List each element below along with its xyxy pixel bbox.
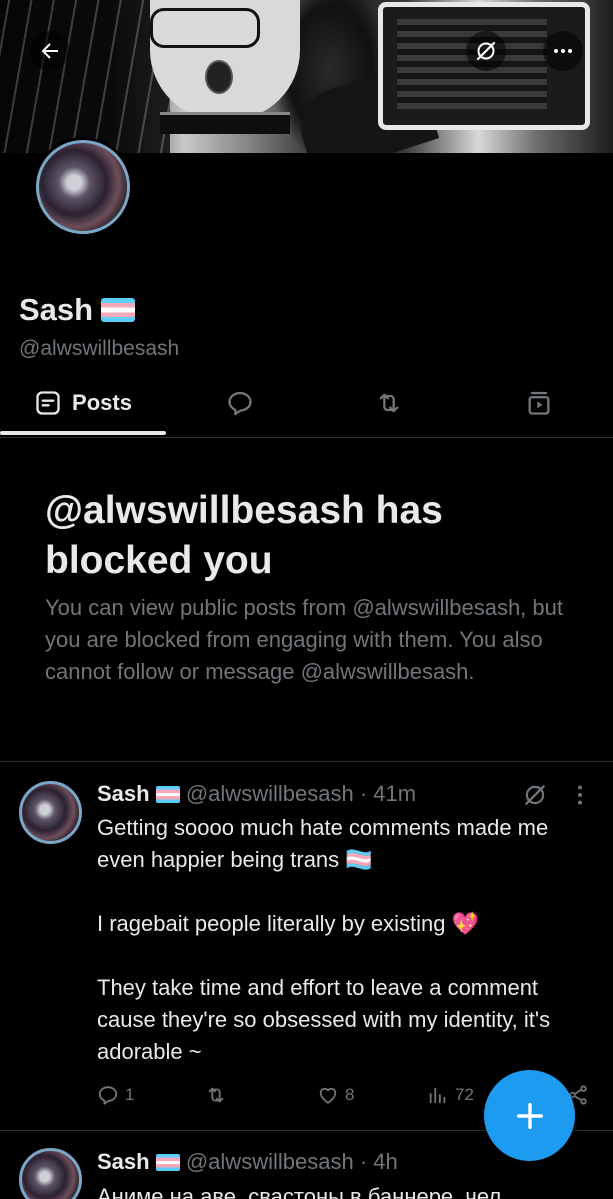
post-paragraph: Getting soooo much hate comments made me… — [97, 815, 549, 872]
post-time: · 4h — [359, 1149, 398, 1174]
reply-count: 1 — [125, 1085, 135, 1104]
tab-media[interactable] — [464, 372, 613, 434]
arrow-left-icon — [41, 43, 58, 59]
post-more-button[interactable] — [567, 782, 593, 808]
more-button[interactable] — [543, 31, 583, 71]
post-author-avatar[interactable] — [19, 781, 82, 844]
repost-icon — [379, 393, 399, 413]
media-play-icon — [528, 391, 549, 415]
compose-button[interactable] — [484, 1070, 575, 1161]
post-paragraph: They take time and effort to leave a com… — [97, 975, 551, 1064]
banner-art-collar — [160, 112, 290, 134]
view-count: 72 — [455, 1085, 474, 1104]
profile-tabs: Posts — [0, 372, 613, 438]
post-header: Sash @alwswillbesash · 41m — [97, 781, 416, 807]
banner-art-glasses — [150, 8, 260, 48]
posts-icon — [36, 391, 60, 415]
display-name-text: Sash — [19, 292, 94, 327]
profile-handle: @alwswillbesash — [19, 337, 180, 360]
post-author-name[interactable]: Sash — [97, 781, 150, 806]
post-author-handle[interactable]: @alwswillbesash — [186, 781, 354, 806]
post-author-avatar[interactable] — [19, 1148, 82, 1199]
reply-button[interactable]: 1 — [97, 1084, 134, 1106]
tab-posts[interactable]: Posts — [0, 372, 166, 435]
grok-button[interactable] — [466, 31, 506, 71]
grok-explain-button[interactable] — [522, 782, 548, 808]
profile-avatar[interactable] — [33, 137, 133, 237]
views-chart-icon — [429, 1087, 446, 1104]
banner-art-hair — [0, 0, 170, 153]
post-paragraph: Аниме на аве, свастоны в баннере, чел — [97, 1184, 502, 1199]
views-button[interactable]: 72 — [427, 1084, 474, 1106]
post-paragraph: I ragebait people literally by existing … — [97, 911, 480, 936]
tab-reposts[interactable] — [314, 372, 464, 434]
profile-banner[interactable] — [0, 0, 613, 153]
plus-icon — [516, 1102, 543, 1129]
blocked-title: @alwswillbesash has blocked you — [45, 489, 443, 582]
trans-flag-icon — [101, 298, 136, 322]
repost-icon — [208, 1087, 224, 1103]
post-text: Getting soooo much hate comments made me… — [97, 812, 577, 1068]
grok-icon — [476, 41, 496, 61]
avatar-image — [36, 140, 130, 234]
tab-replies[interactable] — [166, 372, 314, 434]
like-button[interactable]: 8 — [317, 1084, 354, 1106]
post-text: Аниме на аве, свастоны в баннере, чел — [97, 1181, 577, 1199]
reply-bubble-icon — [228, 391, 252, 416]
repost-button[interactable] — [205, 1084, 233, 1106]
trans-flag-icon — [155, 1154, 180, 1171]
post-author-name[interactable]: Sash — [97, 1149, 150, 1174]
post-header: Sash @alwswillbesash · 4h — [97, 1149, 398, 1175]
trans-flag-icon — [155, 786, 180, 803]
like-count: 8 — [345, 1085, 355, 1104]
back-button[interactable] — [30, 31, 70, 71]
blocked-description: You can view public posts from @alwswill… — [45, 595, 563, 684]
more-vertical-icon — [578, 785, 582, 805]
profile-display-name: Sash — [19, 292, 136, 328]
banner-art-mouth — [205, 60, 233, 94]
post-author-handle[interactable]: @alwswillbesash — [186, 1149, 354, 1174]
tab-selected-indicator — [0, 431, 166, 435]
post-time: · 41m — [359, 781, 417, 806]
heart-icon — [319, 1087, 337, 1104]
reply-icon — [98, 1086, 118, 1105]
more-horizontal-icon — [554, 49, 572, 53]
grok-icon — [525, 785, 545, 805]
tab-posts-label: Posts — [72, 390, 132, 415]
blocked-notice: @alwswillbesash has blocked you You can … — [45, 486, 585, 688]
